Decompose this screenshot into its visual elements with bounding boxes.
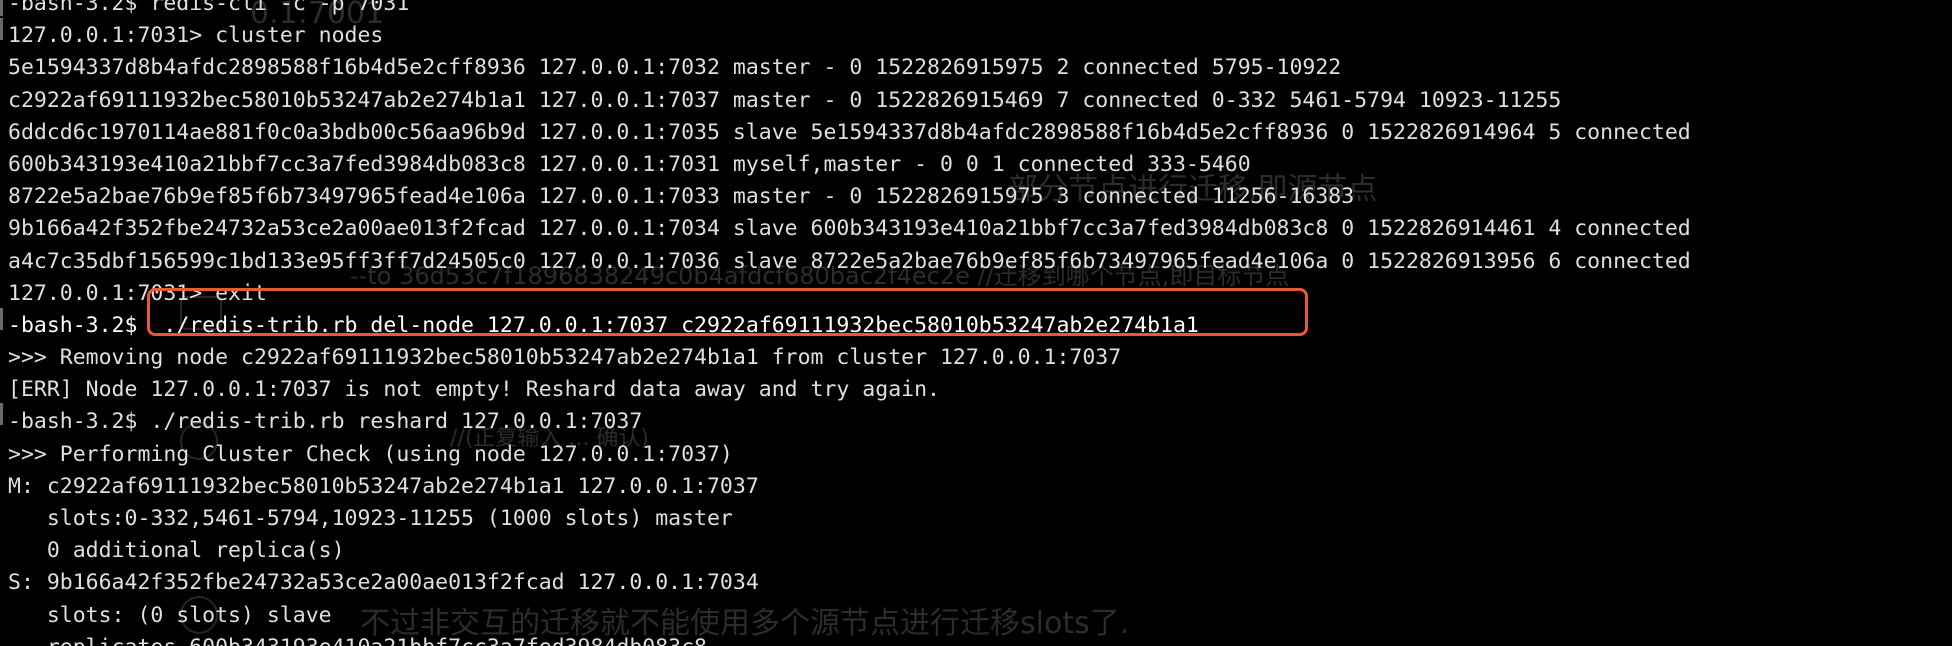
terminal-line: [ERR] Node 127.0.0.1:7037 is not empty! … [8,377,940,403]
terminal-line: 127.0.0.1:7031> exit [8,280,267,306]
terminal-line: >>> Removing node c2922af69111932bec5801… [8,345,1122,371]
terminal-line: 5e1594337d8b4afdc2898588f16b4d5e2cff8936… [8,55,1342,81]
terminal-line: 127.0.0.1:7031> cluster nodes [8,23,384,49]
terminal-line: a4c7c35dbf156599c1bd133e95ff3ff7d24505c0… [8,248,1691,274]
terminal-output: -bash-3.2$ redis-cli -c -p 7031 127.0.0.… [8,0,1691,646]
scrollback-marker [0,403,3,425]
terminal-line: 0 additional replica(s) [8,538,345,564]
terminal-line: -bash-3.2$ redis-cli -c -p 7031 [8,0,410,16]
terminal-line: slots:0-332,5461-5794,10923-11255 (1000 … [8,506,733,531]
terminal-line: 9b166a42f352fbe24732a53ce2a00ae013f2fcad… [8,216,1691,242]
terminal-line: 6ddcd6c1970114ae881f0c0a3bdb00c56aa96b9d… [8,119,1691,145]
terminal-window[interactable]: 0.1:7001 部分节点进行迁移,即源节点 --to 36d53c7f1896… [0,0,1952,646]
terminal-line: S: 9b166a42f352fbe24732a53ce2a00ae013f2f… [8,570,759,596]
scrollback-marker [0,0,3,16]
terminal-line: slots: (0 slots) slave [8,602,332,628]
scrollback-marker [0,308,3,330]
terminal-line: -bash-3.2$ ./redis-trib.rb reshard 127.0… [8,409,643,435]
terminal-line: >>> Performing Cluster Check (using node… [8,441,733,467]
terminal-line: M: c2922af69111932bec58010b53247ab2e274b… [8,473,759,499]
terminal-line: replicates 600b343193e410a21bbf7cc3a7fed… [8,632,1691,646]
terminal-line: 600b343193e410a21bbf7cc3a7fed3984db083c8… [8,151,1251,177]
terminal-line: 8722e5a2bae76b9ef85f6b73497965fead4e106a… [8,184,1355,210]
terminal-line-highlighted: -bash-3.2$ ./redis-trib.rb del-node 127.… [8,312,1199,338]
terminal-line: c2922af69111932bec58010b53247ab2e274b1a1… [8,87,1562,113]
scrollback-marker [0,18,3,40]
